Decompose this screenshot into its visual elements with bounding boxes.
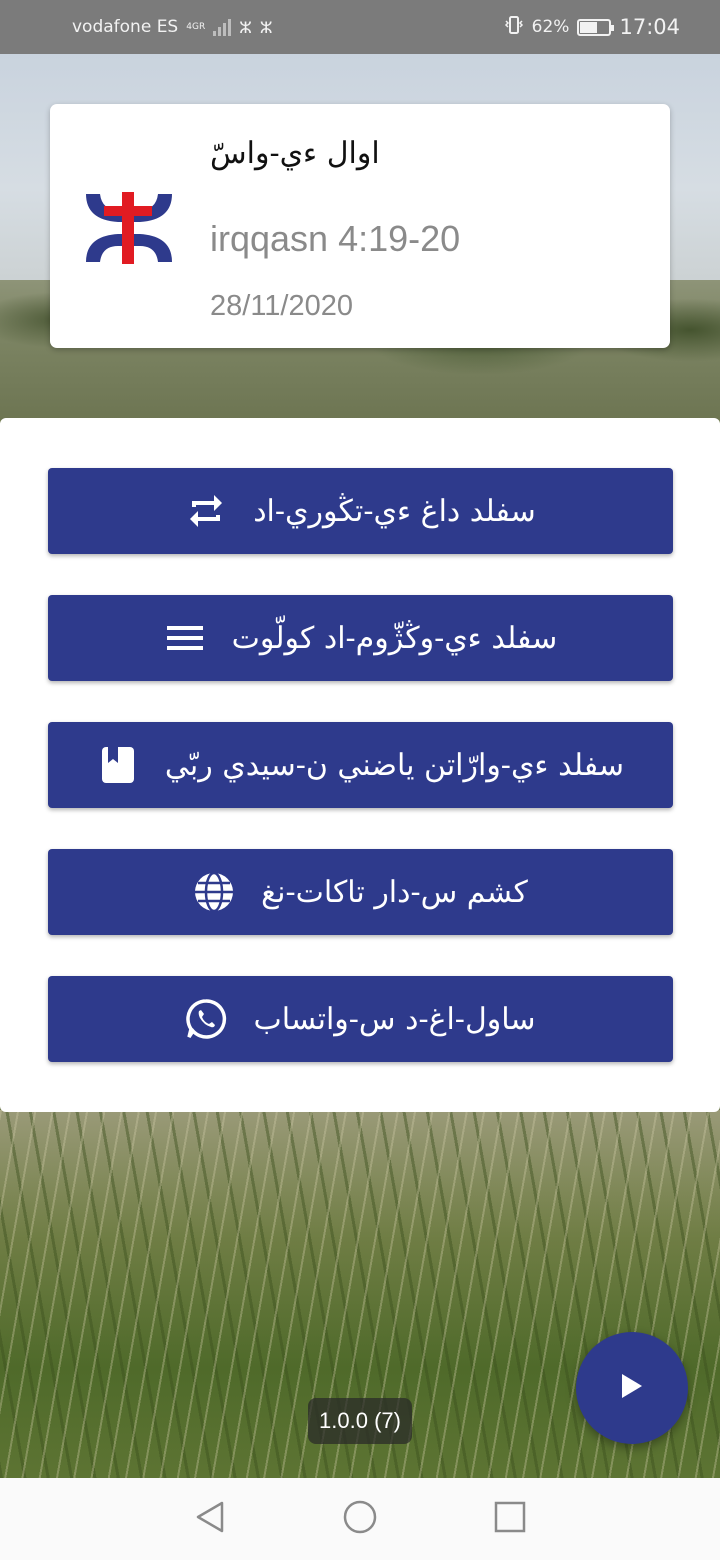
- whatsapp-contact-button[interactable]: ساول-اغ-د س-واتساب: [48, 976, 673, 1062]
- verse-of-the-day-card[interactable]: اوال ءي-واسّ irqqasn 4:19-20 28/11/2020: [50, 104, 670, 348]
- verse-title: اوال ءي-واسّ: [210, 136, 380, 171]
- recents-button[interactable]: [485, 1494, 535, 1544]
- menu-item-label: ساول-اغ-د س-واتساب: [253, 1001, 536, 1037]
- network-type: 4GR: [186, 21, 206, 32]
- battery-level: [580, 21, 598, 33]
- menu-item-label: سفلد ءي-وڭژّوم-اد كولّوت: [231, 620, 558, 656]
- carrier-name: vodafone ES: [72, 17, 179, 37]
- battery-percent: 62%: [531, 17, 570, 37]
- network-type-label: 4G: [186, 21, 199, 32]
- status-left: vodafone ES 4GR ⵣ ⵣ: [72, 17, 272, 37]
- home-circle-icon: [342, 1499, 378, 1539]
- app-notification-icon: ⵣ: [239, 17, 252, 37]
- verse-reference: irqqasn 4:19-20: [210, 218, 461, 259]
- whatsapp-icon: [185, 998, 227, 1040]
- recents-square-icon: [493, 1500, 527, 1538]
- navigation-bar: [0, 1478, 720, 1560]
- bookmark-book-icon: [97, 744, 139, 786]
- play-button[interactable]: [576, 1332, 688, 1444]
- back-triangle-icon: [194, 1500, 226, 1538]
- play-icon: [619, 1372, 645, 1404]
- download-scripture-button[interactable]: سفلد ءي-وارّاتن ياضني ن-سيدي ربّي: [48, 722, 673, 808]
- home-button[interactable]: [335, 1494, 385, 1544]
- app-notification-icon: ⵣ: [259, 17, 273, 37]
- network-roaming-label: R: [198, 21, 206, 32]
- verse-date: 28/11/2020: [210, 290, 353, 322]
- menu-lines-icon: [164, 617, 206, 659]
- back-button[interactable]: [185, 1494, 235, 1544]
- menu-item-label: سفلد داغ ءي-تڭوري-اد: [253, 493, 536, 529]
- signal-icon: [213, 18, 232, 36]
- clock: 17:04: [619, 15, 680, 39]
- menu-item-label: سفلد ءي-وارّاتن ياضني ن-سيدي ربّي: [164, 747, 625, 783]
- version-label: 1.0.0 (7): [308, 1398, 412, 1444]
- globe-icon: [193, 871, 235, 913]
- vibrate-icon: [504, 15, 524, 40]
- status-right: 62% 17:04: [504, 15, 680, 40]
- battery-icon: [577, 18, 615, 36]
- status-bar: vodafone ES 4GR ⵣ ⵣ 62% 17:04: [0, 0, 720, 54]
- repeat-icon: [185, 490, 227, 532]
- menu-panel: سفلد داغ ءي-تڭوري-اد سفلد ءي-وڭژّوم-اد ك…: [0, 418, 720, 1112]
- download-full-collection-button[interactable]: سفلد ءي-وڭژّوم-اد كولّوت: [48, 595, 673, 681]
- download-daily-button[interactable]: سفلد داغ ءي-تڭوري-اد: [48, 468, 673, 554]
- website-link-button[interactable]: كشم س-دار تاكات-نغ: [48, 849, 673, 935]
- amazigh-cross-logo-icon: [84, 192, 174, 264]
- menu-item-label: كشم س-دار تاكات-نغ: [261, 874, 528, 910]
